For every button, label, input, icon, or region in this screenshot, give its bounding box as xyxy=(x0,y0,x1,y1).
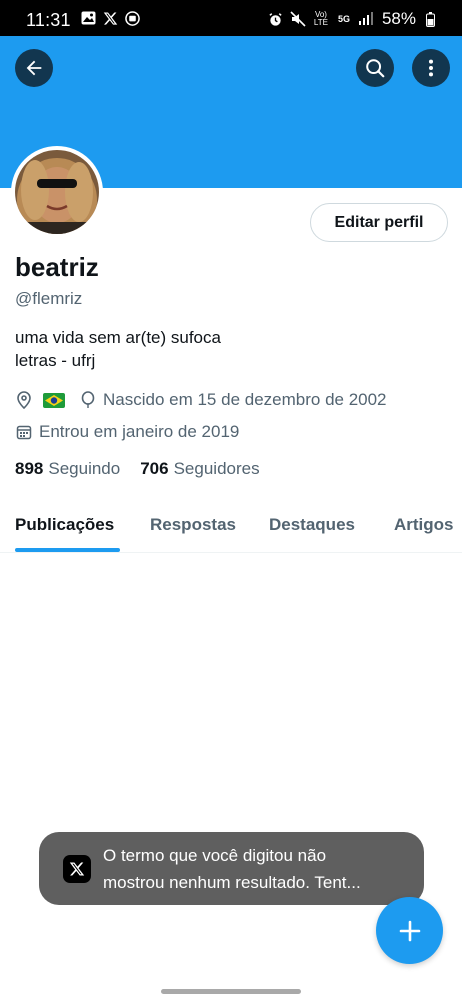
balloon-icon xyxy=(79,391,97,409)
profile-name: beatriz xyxy=(15,252,99,282)
bio-line: letras - ufrj xyxy=(15,351,96,370)
profile-bio: uma vida sem ar(te) sufoca letras - ufrj xyxy=(15,326,221,372)
search-icon xyxy=(366,59,385,78)
calendar-icon xyxy=(15,423,33,441)
volte-icon: Vo) LTE xyxy=(313,10,328,27)
following-label: Seguindo xyxy=(48,459,121,478)
follow-stats: 898 Seguindo 706 Seguidores xyxy=(15,459,280,479)
profile-handle: @flemriz xyxy=(15,289,83,308)
battery-icon xyxy=(422,11,438,27)
status-bar: 11:31 Vo) LTE 5G 58% xyxy=(0,0,462,36)
avatar-photo xyxy=(15,150,99,234)
tab-artigos[interactable]: Artigos xyxy=(394,515,454,535)
edit-profile-button[interactable]: Editar perfil xyxy=(310,203,448,242)
5g-icon: 5G xyxy=(337,14,350,24)
profile-meta-joined: Entrou em janeiro de 2019 xyxy=(15,422,239,442)
media-icon xyxy=(124,10,140,26)
profile-tabs: Publicações Respostas Destaques Artigos xyxy=(0,503,462,553)
tab-destaques[interactable]: Destaques xyxy=(269,515,355,535)
compose-post-button[interactable] xyxy=(376,897,443,964)
followers-label: Seguidores xyxy=(173,459,260,478)
x-icon xyxy=(102,10,118,26)
gallery-icon xyxy=(80,10,96,26)
bio-line: uma vida sem ar(te) sufoca xyxy=(15,328,221,347)
alarm-icon xyxy=(268,11,284,27)
tab-publicacoes[interactable]: Publicações xyxy=(15,515,114,535)
search-button[interactable] xyxy=(356,49,394,87)
arrow-left-icon xyxy=(26,60,42,76)
toast-message: O termo que você digitou não mostrou nen… xyxy=(39,832,424,905)
back-button[interactable] xyxy=(15,49,53,87)
following-link[interactable]: 898 Seguindo xyxy=(15,459,120,479)
more-vertical-icon xyxy=(428,59,434,77)
signal-icon xyxy=(358,11,374,27)
brazil-flag-icon xyxy=(43,392,65,408)
status-right-icons: Vo) LTE 5G 58% xyxy=(268,9,438,29)
toast-text: O termo que você digitou não mostrou nen… xyxy=(103,845,361,892)
tab-respostas[interactable]: Respostas xyxy=(150,515,236,535)
battery-percent: 58% xyxy=(381,9,416,28)
profile-meta-location-birth: Nascido em 15 de dezembro de 2002 xyxy=(15,390,387,410)
avatar[interactable] xyxy=(11,146,103,238)
followers-count: 706 xyxy=(140,459,169,478)
joined-date: Entrou em janeiro de 2019 xyxy=(39,422,240,441)
status-left-icons xyxy=(80,10,140,26)
home-indicator[interactable] xyxy=(161,989,301,994)
location-pin-icon xyxy=(15,391,33,409)
mute-icon xyxy=(290,11,306,27)
more-options-button[interactable] xyxy=(412,49,450,87)
x-logo-icon xyxy=(63,854,91,883)
status-time: 11:31 xyxy=(26,10,71,30)
birth-date: Nascido em 15 de dezembro de 2002 xyxy=(103,390,387,409)
active-tab-indicator xyxy=(15,548,120,552)
plus-icon xyxy=(399,920,420,941)
followers-link[interactable]: 706 Seguidores xyxy=(140,459,259,479)
following-count: 898 xyxy=(15,459,44,478)
